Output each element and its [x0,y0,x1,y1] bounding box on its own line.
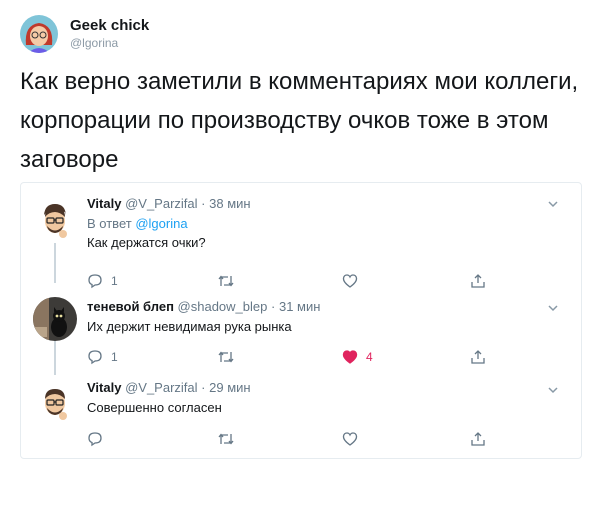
meta-separator: · [271,299,276,314]
heart-icon [342,274,358,288]
share-icon [471,350,485,364]
reply-count: 1 [111,350,118,364]
share-action[interactable] [470,347,486,367]
retweet-action[interactable] [217,271,243,291]
like-action[interactable]: 4 [342,347,373,367]
retweet-action[interactable] [217,347,243,367]
reply-item[interactable]: Vitaly @V_Parzifal · 38 мин В ответ @lgo… [21,193,581,293]
share-action[interactable] [470,429,486,449]
speech-bubble-icon [88,432,102,447]
speech-bubble-icon [88,350,102,365]
author-name[interactable]: Geek chick [70,17,149,35]
reply-time[interactable]: 29 мин [209,380,250,395]
reply-author-handle[interactable]: @shadow_blep [178,299,268,314]
action-bar: 1 [87,271,507,291]
reply-author-name[interactable]: Vitaly [87,380,121,395]
retweet-action[interactable] [217,429,243,449]
share-action[interactable] [470,271,486,291]
chevron-down-icon[interactable] [547,383,559,395]
reply-item[interactable]: Vitaly @V_Parzifal · 29 мин Совершенно с… [21,377,581,455]
tweet-header: Geek chick @lgorina [20,14,149,54]
reply-thread: Vitaly @V_Parzifal · 38 мин В ответ @lgo… [20,182,582,459]
in-reply-to: В ответ @lgorina [87,215,569,232]
share-icon [471,274,485,288]
share-icon [471,432,485,446]
reply-item[interactable]: теневой блеп @shadow_blep · 31 мин Их де… [21,295,581,373]
meta-separator: · [201,196,206,211]
author-handle[interactable]: @lgorina [70,35,149,51]
like-action[interactable] [342,271,366,291]
reply-text: Их держит невидимая рука рынка [87,319,292,334]
reply-avatar[interactable] [33,297,77,341]
speech-bubble-icon [88,274,102,289]
reply-text: Совершенно согласен [87,400,222,415]
heart-icon [342,350,358,364]
in-reply-handle-link[interactable]: @lgorina [135,216,187,231]
reply-author-name[interactable]: Vitaly [87,196,121,211]
action-bar: 1 4 [87,347,507,367]
reply-author-handle[interactable]: @V_Parzifal [125,196,197,211]
reply-author-name[interactable]: теневой блеп [87,299,174,314]
tweet-text: Как верно заметили в комментариях мои ко… [20,68,579,173]
retweet-icon [218,275,234,287]
reply-avatar[interactable] [33,381,77,425]
reply-action[interactable]: 1 [87,271,118,291]
reply-time[interactable]: 31 мин [279,299,320,314]
reply-action[interactable]: 1 [87,347,118,367]
chevron-down-icon[interactable] [547,301,559,313]
chevron-down-icon[interactable] [547,197,559,209]
reply-avatar[interactable] [33,199,77,243]
action-bar [87,429,507,449]
reply-author-handle[interactable]: @V_Parzifal [125,380,197,395]
author-avatar[interactable] [20,15,58,53]
like-count: 4 [366,350,373,364]
reply-action[interactable] [87,429,111,449]
meta-separator: · [201,380,206,395]
heart-icon [342,432,358,446]
like-action[interactable] [342,429,366,449]
reply-time[interactable]: 38 мин [209,196,250,211]
retweet-icon [218,433,234,445]
reply-count: 1 [111,274,118,288]
retweet-icon [218,351,234,363]
in-reply-prefix: В ответ [87,216,132,231]
reply-text: Как держатся очки? [87,235,206,250]
